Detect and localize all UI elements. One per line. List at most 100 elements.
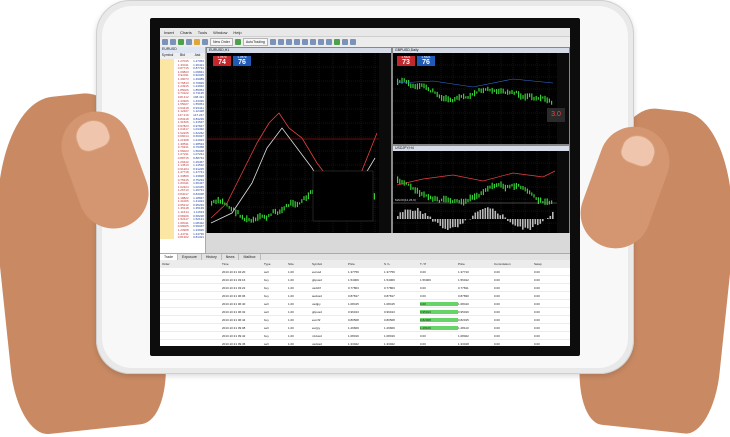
table-row[interactable]: 2013.10.31 04:20sell1.00eurusd1.377591.3… — [160, 268, 570, 276]
col-swap[interactable]: Swap — [534, 262, 570, 266]
col-price-current[interactable]: Price — [458, 262, 494, 266]
candle — [520, 93, 521, 99]
table-row[interactable]: 2013.10.31 09:42buy1.00nzdusd1.080191.08… — [160, 332, 570, 340]
col-type[interactable]: Type — [264, 262, 288, 266]
candle — [231, 207, 232, 211]
col-tp[interactable]: T / P — [420, 262, 458, 266]
col-order[interactable]: Order — [160, 262, 222, 266]
watch-row[interactable]: 0.813020.81321 — [160, 235, 205, 239]
menu-window[interactable]: Window — [213, 30, 227, 35]
table-row[interactable]: 2013.10.31 09:45sell1.00usdcad1.330221.3… — [160, 340, 570, 346]
candle — [503, 184, 504, 189]
oscillator-bar — [527, 219, 529, 228]
candle — [478, 194, 479, 198]
table-row[interactable]: 2013.10.31 06:32sell1.00gbpusd0.960130.9… — [160, 308, 570, 316]
table-cell: 1.56009 — [420, 278, 458, 282]
candle — [542, 96, 543, 98]
autoscroll-icon[interactable] — [318, 39, 324, 45]
candle — [500, 88, 501, 94]
editor-icon[interactable] — [235, 39, 241, 45]
col-commission[interactable]: Commission — [494, 262, 534, 266]
oscillator-bar — [405, 210, 407, 219]
bar-chart-icon[interactable] — [270, 39, 276, 45]
candle — [297, 202, 298, 207]
oscillator-bar — [455, 219, 457, 227]
col-size[interactable]: Size — [288, 262, 312, 266]
chart-window-main[interactable]: EURUSD,H1 1.3570 74 1.3570 76 — [206, 47, 392, 235]
candle-chart-icon[interactable] — [278, 39, 284, 45]
table-cell: sell — [264, 302, 288, 306]
oscillator-bar — [462, 219, 464, 224]
table-row[interactable]: 2013.10.31 03:16buy1.00gbpusd1.540091.54… — [160, 276, 570, 284]
col-sl[interactable]: S / L — [384, 262, 420, 266]
oscillator-bar — [440, 219, 442, 226]
tr-sell-quote-box[interactable]: 1.5621 73 — [397, 56, 415, 66]
sell-quote-box[interactable]: 1.3570 74 — [213, 56, 231, 66]
periods-icon[interactable] — [342, 39, 348, 45]
trading-app-screen: Insert Charts Tools Window Help New Orde… — [160, 28, 570, 346]
col-time[interactable]: Time — [222, 262, 264, 266]
indicators-icon[interactable] — [334, 39, 340, 45]
candle — [292, 200, 293, 207]
menu-insert[interactable]: Insert — [164, 30, 174, 35]
table-row[interactable]: 2013.10.31 06:06buy1.00audusd0.878170.87… — [160, 292, 570, 300]
tile-icon[interactable] — [310, 39, 316, 45]
candle — [237, 210, 238, 214]
candle — [459, 94, 460, 100]
line-chart-icon[interactable] — [286, 39, 292, 45]
table-cell: 1.00 — [288, 270, 312, 274]
menu-tools[interactable]: Tools — [198, 30, 207, 35]
tr-buy-quote-box[interactable]: 1.5621 76 — [417, 56, 435, 66]
candle — [544, 96, 545, 102]
candle — [406, 80, 407, 84]
table-cell: 1.00 — [288, 318, 312, 322]
table-cell: 2013.10.31 09:08 — [222, 326, 264, 330]
tester-icon[interactable] — [202, 39, 208, 45]
oscillator-bar — [490, 208, 492, 219]
oscillator-bar — [525, 219, 527, 228]
chart-window-top-right[interactable]: GBPUSD,Daily 1.5621 73 1.5621 76 3.0 — [392, 47, 570, 145]
candle — [549, 99, 550, 103]
candle — [448, 198, 449, 203]
candle — [419, 83, 420, 89]
table-cell: 1.00 — [288, 310, 312, 314]
table-row[interactable]: 2013.10.31 06:44buy1.00eurchf0.805080.80… — [160, 316, 570, 324]
main-price-chart[interactable] — [207, 53, 391, 234]
new-order-button[interactable]: New Order — [210, 38, 233, 46]
zoom-out-icon[interactable] — [302, 39, 308, 45]
table-cell: 0.00 — [534, 318, 570, 322]
candle — [470, 93, 471, 99]
shift-icon[interactable] — [326, 39, 332, 45]
candle — [527, 189, 528, 194]
table-cell: 0.82015 — [458, 318, 494, 322]
table-cell: 2013.10.31 03:16 — [222, 278, 264, 282]
zoom-in-icon[interactable] — [294, 39, 300, 45]
auto-trading-button[interactable]: AutoTrading — [243, 38, 268, 46]
candle — [399, 80, 400, 83]
table-cell: 1.29609 — [348, 326, 384, 330]
candle — [445, 196, 446, 202]
table-cell: gbpusd — [312, 278, 348, 282]
top-right-price-chart[interactable] — [393, 53, 569, 144]
market-watch-rows: 1.270451.270531.364111.364210.877150.877… — [160, 59, 205, 239]
new-chart-icon[interactable] — [162, 39, 168, 45]
candle — [268, 214, 269, 217]
templates-icon[interactable] — [350, 39, 356, 45]
market-watch-icon[interactable] — [178, 39, 184, 45]
col-symbol[interactable]: Symbol — [312, 262, 348, 266]
terminal-icon[interactable] — [194, 39, 200, 45]
menu-charts[interactable]: Charts — [180, 30, 192, 35]
col-price[interactable]: Price — [348, 262, 384, 266]
menu-help[interactable]: Help — [233, 30, 241, 35]
candle — [531, 93, 532, 100]
chart-window-bottom-right[interactable]: USDJPY,H4 MACD(12,26,9) — [392, 145, 570, 235]
candle — [505, 185, 506, 192]
navigator-icon[interactable] — [186, 39, 192, 45]
table-row[interactable]: 2013.10.31 03:22buy1.00usdchf0.778030.77… — [160, 284, 570, 292]
table-row[interactable]: 2013.10.31 09:08sell1.00eurjpy1.296091.2… — [160, 324, 570, 332]
candle — [441, 95, 442, 101]
profiles-icon[interactable] — [170, 39, 176, 45]
bottom-right-price-chart[interactable] — [393, 151, 569, 234]
table-row[interactable]: 2013.10.31 06:40sell1.00usdjpy1.084151.0… — [160, 300, 570, 308]
buy-quote-box[interactable]: 1.3570 76 — [233, 56, 251, 66]
